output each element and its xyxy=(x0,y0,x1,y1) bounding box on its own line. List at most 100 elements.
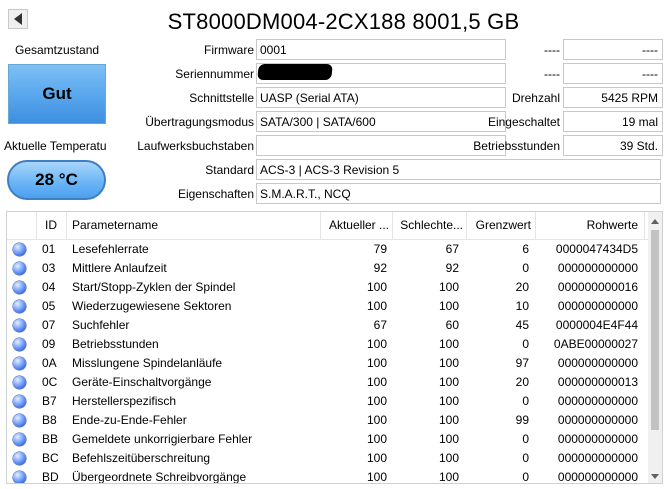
interface-label: Schnittstelle xyxy=(189,91,254,105)
cell-name: Übergeordnete Schreibvorgänge xyxy=(72,470,247,484)
cell-worst: 100 xyxy=(438,337,459,351)
cell-worst: 100 xyxy=(438,280,459,294)
cell-id: 04 xyxy=(42,280,56,294)
cell-raw: 000000000000 xyxy=(557,356,638,370)
cell-raw: 000000000000 xyxy=(557,451,638,465)
cell-id: B7 xyxy=(42,394,57,408)
cell-worst: 100 xyxy=(438,470,459,484)
unknown-field-1-label: ---- xyxy=(544,43,560,57)
table-header: ID Parametername Aktueller ... Schlechte… xyxy=(7,212,648,240)
rotation-rate-value: 5425 RPM xyxy=(563,87,663,108)
rotation-rate-label: Drehzahl xyxy=(511,91,560,105)
status-dot-icon xyxy=(13,414,26,427)
cell-worst: 100 xyxy=(438,451,459,465)
cell-threshold: 10 xyxy=(515,299,529,313)
health-status-button[interactable]: Gut xyxy=(8,64,106,124)
unknown-field-1-value: ---- xyxy=(563,39,663,60)
table-row[interactable]: B8 Ende-zu-Ende-Fehler 100 100 99 00000000000… xyxy=(7,411,648,430)
status-dot-icon xyxy=(13,262,26,275)
cell-raw: 000000000000 xyxy=(557,432,638,446)
table-row[interactable]: 07 Suchfehler 67 60 45 0000004E4F44 xyxy=(7,316,648,335)
cell-worst: 100 xyxy=(438,375,459,389)
cell-current: 100 xyxy=(366,375,387,389)
table-row[interactable]: BD Übergeordnete Schreibvorgänge 100 100 0 00… xyxy=(7,468,648,484)
cell-threshold: 97 xyxy=(515,356,529,370)
drive-title: ST8000DM004-2CX188 8001,5 GB xyxy=(167,9,520,34)
cell-current: 100 xyxy=(366,451,387,465)
cell-raw: 000000000000 xyxy=(557,394,638,408)
cell-current: 67 xyxy=(373,318,387,332)
cell-raw: 000000000000 xyxy=(557,299,638,313)
cell-raw: 000000000016 xyxy=(557,280,638,294)
column-header-raw[interactable]: Rohwerte xyxy=(540,218,638,232)
scroll-up-arrow-icon[interactable] xyxy=(648,214,662,228)
cell-name: Lesefehlerrate xyxy=(72,242,149,256)
cell-threshold: 45 xyxy=(515,318,529,332)
column-header-worst[interactable]: Schlechte... xyxy=(397,218,463,232)
cell-current: 79 xyxy=(373,242,387,256)
cell-name: Ende-zu-Ende-Fehler xyxy=(72,413,187,427)
status-dot-icon xyxy=(13,395,26,408)
cell-raw: 000000000000 xyxy=(557,413,638,427)
firmware-label: Firmware xyxy=(204,43,254,57)
cell-worst: 92 xyxy=(445,261,459,275)
cell-id: B8 xyxy=(42,413,57,427)
column-header-current[interactable]: Aktueller ... xyxy=(325,218,389,232)
unknown-field-2-label: ---- xyxy=(544,67,560,81)
cell-current: 92 xyxy=(373,261,387,275)
status-dot-icon xyxy=(13,338,26,351)
cell-raw: 0ABE00000027 xyxy=(553,337,638,351)
cell-threshold: 20 xyxy=(515,280,529,294)
table-row[interactable]: 0C Geräte-Einschaltvorgänge 100 100 20 000000… xyxy=(7,373,648,392)
column-header-name[interactable]: Parametername xyxy=(72,218,158,232)
scroll-down-arrow-icon[interactable] xyxy=(648,469,662,483)
cell-name: Betriebsstunden xyxy=(72,337,159,351)
cell-worst: 100 xyxy=(438,413,459,427)
cell-current: 100 xyxy=(366,413,387,427)
cell-threshold: 20 xyxy=(515,375,529,389)
cell-name: Gemeldete unkorrigierbare Fehler xyxy=(72,432,253,446)
serial-redaction xyxy=(257,64,333,80)
standard-label: Standard xyxy=(205,163,254,177)
drive-letter-label: Laufwerksbuchstaben xyxy=(137,139,254,153)
cell-name: Herstellerspezifisch xyxy=(72,394,177,408)
power-on-hours-value: 39 Std. xyxy=(563,135,663,156)
table-row[interactable]: BC Befehlszeitüberschreitung 100 100 0 000000… xyxy=(7,449,648,468)
table-row[interactable]: BB Gemeldete unkorrigierbare Fehler 100 100… xyxy=(7,430,648,449)
serial-label: Seriennummer xyxy=(175,67,254,81)
column-header-threshold[interactable]: Grenzwert xyxy=(469,218,531,232)
cell-name: Befehlszeitüberschreitung xyxy=(72,451,211,465)
cell-raw: 000000000013 xyxy=(557,375,638,389)
table-row[interactable]: 0A Misslungene Spindelanläufe 100 100 97 0000… xyxy=(7,354,648,373)
cell-id: 03 xyxy=(42,261,56,275)
scrollbar-thumb[interactable] xyxy=(651,230,659,430)
cell-current: 100 xyxy=(366,299,387,313)
vertical-scrollbar[interactable] xyxy=(648,212,662,483)
cell-threshold: 0 xyxy=(522,337,529,351)
table-row[interactable]: 05 Wiederzugewiesene Sektoren 100 100 10 0000… xyxy=(7,297,648,316)
status-dot-icon xyxy=(13,243,26,256)
cell-name: Geräte-Einschaltvorgänge xyxy=(72,375,212,389)
column-header-id[interactable]: ID xyxy=(45,218,57,232)
cell-id: BB xyxy=(42,432,59,446)
cell-raw: 000000000000 xyxy=(557,261,638,275)
smart-attributes-table[interactable]: ID Parametername Aktueller ... Schlechte… xyxy=(6,211,663,484)
status-dot-icon xyxy=(13,281,26,294)
cell-id: 07 xyxy=(42,318,56,332)
temperature-label: Aktuelle Temperatu xyxy=(4,139,107,153)
status-dot-icon xyxy=(13,376,26,389)
table-row[interactable]: 01 Lesefehlerrate 79 67 6 0000047434D5 xyxy=(7,240,648,259)
table-row[interactable]: 04 Start/Stopp-Zyklen der Spindel 100 100 20… xyxy=(7,278,648,297)
health-status-label: Gesamtzustand xyxy=(15,43,100,57)
table-row[interactable]: 09 Betriebsstunden 100 100 0 0ABE00000027 xyxy=(7,335,648,354)
cell-name: Suchfehler xyxy=(72,318,130,332)
power-on-count-label: Eingeschaltet xyxy=(487,115,560,129)
table-row[interactable]: 03 Mittlere Anlaufzeit 92 92 0 000000000000 xyxy=(7,259,648,278)
temperature-button[interactable]: 28 °C xyxy=(7,160,106,200)
cell-raw: 0000004E4F44 xyxy=(555,318,638,332)
status-dot-icon xyxy=(13,471,26,483)
cell-id: 05 xyxy=(42,299,56,313)
status-dot-icon xyxy=(13,433,26,446)
table-row[interactable]: B7 Herstellerspezifisch 100 100 0 00000000000… xyxy=(7,392,648,411)
cell-id: BD xyxy=(42,470,59,484)
